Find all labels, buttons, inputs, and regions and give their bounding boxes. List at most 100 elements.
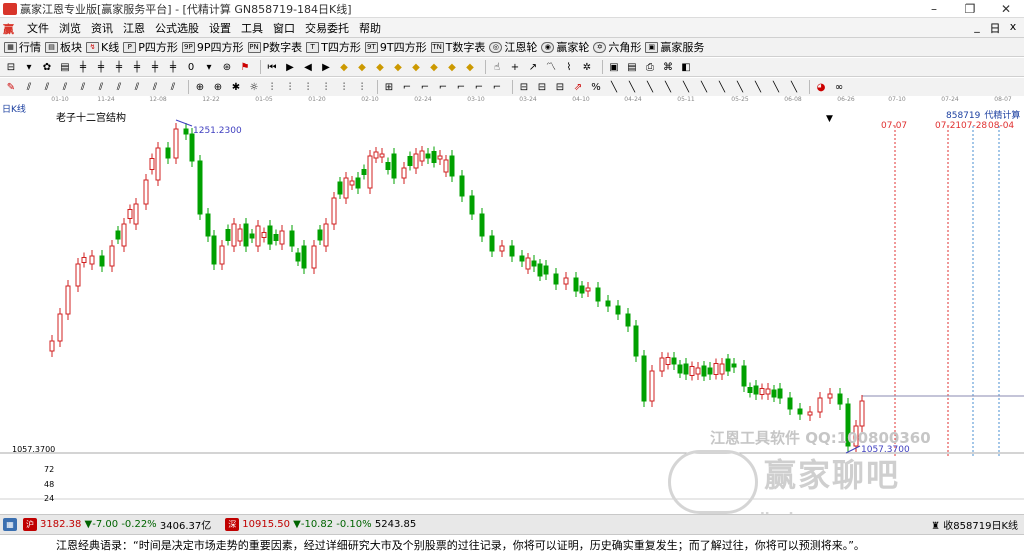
minimize-button[interactable]: – xyxy=(916,0,952,18)
angle-icon[interactable]: ⫽ xyxy=(112,81,126,94)
line-icon[interactable]: ╲ xyxy=(607,81,621,94)
line-icon[interactable]: ╲ xyxy=(733,81,747,94)
hand-icon[interactable]: ☝ xyxy=(490,61,504,74)
menu-trade[interactable]: 交易委托 xyxy=(300,20,354,36)
menu-info[interactable]: 资讯 xyxy=(86,20,118,36)
close-button[interactable]: ✕ xyxy=(988,0,1024,18)
angle-icon[interactable]: ⫽ xyxy=(148,81,162,94)
diamond-icon[interactable]: ◆ xyxy=(409,61,423,74)
restore-button[interactable]: ❐ xyxy=(952,0,988,18)
fan-icon[interactable]: ⫶ xyxy=(283,81,297,94)
bar-tool-icon[interactable]: ╪ xyxy=(112,61,126,74)
bracket-icon[interactable]: ⌐ xyxy=(436,81,450,94)
mdi-minimize-button[interactable]: _ xyxy=(970,20,984,36)
fan-icon[interactable]: ⫶ xyxy=(301,81,315,94)
diamond-icon[interactable]: ◆ xyxy=(373,61,387,74)
infinity-icon[interactable]: ∞ xyxy=(832,81,846,94)
bracket-icon[interactable]: ⌐ xyxy=(400,81,414,94)
toolbar-kline-button[interactable]: ↯ K线 xyxy=(86,39,119,55)
compass-icon[interactable]: ⊕ xyxy=(193,81,207,94)
toolbar-hexagon-button[interactable]: ✡ 六角形 xyxy=(593,39,641,55)
color-icon[interactable]: ◕ xyxy=(814,81,828,94)
sz-index-icon[interactable]: 深 xyxy=(225,518,240,531)
angle-icon[interactable]: ⫽ xyxy=(94,81,108,94)
dropdown-icon[interactable]: ▾ xyxy=(202,61,216,74)
diamond-icon[interactable]: ◆ xyxy=(445,61,459,74)
book-icon[interactable]: ▤ xyxy=(58,61,72,74)
toolbar-quote-button[interactable]: ▦ 行情 xyxy=(4,39,41,55)
menu-settings[interactable]: 设置 xyxy=(204,20,236,36)
toolbar-p-table-button[interactable]: PN P数字表 xyxy=(247,39,302,55)
fan-icon[interactable]: ⫶ xyxy=(355,81,369,94)
menu-window[interactable]: 窗口 xyxy=(268,20,300,36)
calendar-icon[interactable]: ▤ xyxy=(625,61,639,74)
bracket-icon[interactable]: ⌐ xyxy=(490,81,504,94)
line-icon[interactable]: ╲ xyxy=(679,81,693,94)
bar-tool-icon[interactable]: ╪ xyxy=(130,61,144,74)
arrow-icon[interactable]: ↗ xyxy=(526,61,540,74)
toolbar-9p-square-button[interactable]: 9P 9P四方形 xyxy=(181,39,244,55)
mdi-close-button[interactable]: x xyxy=(1006,20,1020,36)
chart-tool-icon[interactable]: ⇗ xyxy=(571,81,585,94)
bracket-icon[interactable]: ⌐ xyxy=(454,81,468,94)
mdi-restore-button[interactable]: 日 xyxy=(988,20,1002,36)
line-icon[interactable]: ╲ xyxy=(715,81,729,94)
sun-icon[interactable]: ☼ xyxy=(247,81,261,94)
box-icon[interactable]: ⊞ xyxy=(382,81,396,94)
plus-icon[interactable]: + xyxy=(508,61,522,74)
index-icon[interactable]: ▦ xyxy=(3,518,17,531)
line-icon[interactable]: ╲ xyxy=(661,81,675,94)
angle-icon[interactable]: ⫽ xyxy=(40,81,54,94)
fan-icon[interactable]: ⫶ xyxy=(265,81,279,94)
line-icon[interactable]: ╲ xyxy=(787,81,801,94)
angle-icon[interactable]: ⫽ xyxy=(58,81,72,94)
diamond-icon[interactable]: ◆ xyxy=(463,61,477,74)
flower-icon[interactable]: ✿ xyxy=(40,61,54,74)
line-icon[interactable]: ╲ xyxy=(697,81,711,94)
line-icon[interactable]: ╲ xyxy=(625,81,639,94)
play-icon[interactable]: ▶ xyxy=(283,61,297,74)
gear-icon[interactable]: ✲ xyxy=(580,61,594,74)
line-icon[interactable]: ╲ xyxy=(751,81,765,94)
camera-icon[interactable]: ◧ xyxy=(679,61,693,74)
dropdown-icon[interactable]: ▾ xyxy=(22,61,36,74)
fan-icon[interactable]: ⫶ xyxy=(337,81,351,94)
compass-icon[interactable]: ⊕ xyxy=(211,81,225,94)
menu-browse[interactable]: 浏览 xyxy=(54,20,86,36)
bar-tool-icon[interactable]: ╪ xyxy=(148,61,162,74)
network-icon[interactable]: ⌘ xyxy=(661,61,675,74)
toolbar-winner-wheel-button[interactable]: ◉ 赢家轮 xyxy=(541,39,589,55)
fan-icon[interactable]: ⌇ xyxy=(562,61,576,74)
pencil-icon[interactable]: ✎ xyxy=(4,81,18,94)
toolbar-9t-square-button[interactable]: 9T 9T四方形 xyxy=(364,39,427,55)
window-icon[interactable]: ▣ xyxy=(607,61,621,74)
sh-index-icon[interactable]: 沪 xyxy=(23,518,37,531)
calc-icon[interactable]: ⊛ xyxy=(220,61,234,74)
bar-tool-icon[interactable]: ╪ xyxy=(94,61,108,74)
diamond-icon[interactable]: ◆ xyxy=(337,61,351,74)
layout-icon[interactable]: ⊟ xyxy=(4,61,18,74)
toolbar-gann-wheel-button[interactable]: ◎ 江恩轮 xyxy=(489,39,537,55)
forward-icon[interactable]: ▶ xyxy=(319,61,333,74)
toolbar-service-button[interactable]: ▣ 赢家服务 xyxy=(645,39,704,55)
star-icon[interactable]: ✱ xyxy=(229,81,243,94)
diamond-icon[interactable]: ◆ xyxy=(391,61,405,74)
angle-icon[interactable]: ⫽ xyxy=(22,81,36,94)
first-icon[interactable]: ⏮ xyxy=(265,61,279,74)
back-icon[interactable]: ◀ xyxy=(301,61,315,74)
ruler-icon[interactable]: ⊟ xyxy=(553,81,567,94)
angle-icon[interactable]: ⫽ xyxy=(76,81,90,94)
toolbar-t-table-button[interactable]: TN T数字表 xyxy=(430,39,485,55)
fan-icon[interactable]: ⫶ xyxy=(319,81,333,94)
bracket-icon[interactable]: ⌐ xyxy=(418,81,432,94)
diamond-icon[interactable]: ◆ xyxy=(427,61,441,74)
angle-icon[interactable]: ⫽ xyxy=(130,81,144,94)
menu-help[interactable]: 帮助 xyxy=(354,20,386,36)
bracket-icon[interactable]: ⌐ xyxy=(472,81,486,94)
angle-icon[interactable]: ⫽ xyxy=(166,81,180,94)
ruler-icon[interactable]: ⊟ xyxy=(535,81,549,94)
toolbar-p-square-button[interactable]: P P四方形 xyxy=(123,39,178,55)
percent-icon[interactable]: % xyxy=(589,81,603,94)
bar-tool-icon[interactable]: ╪ xyxy=(166,61,180,74)
line-icon[interactable]: ╲ xyxy=(769,81,783,94)
